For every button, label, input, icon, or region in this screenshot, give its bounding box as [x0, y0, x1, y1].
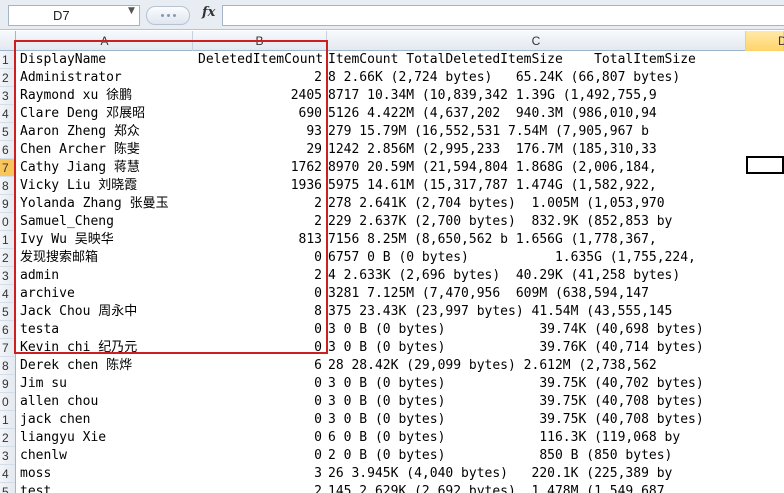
red-highlight-box — [14, 40, 328, 354]
cell-c[interactable]: 3281 7.125M (7,470,956 609M (638,594,147 — [328, 285, 649, 303]
cell-c[interactable]: 3 0 B (0 bytes) 39.75K (40,708 bytes) — [328, 411, 704, 429]
row-header-22[interactable]: 2 — [0, 429, 15, 447]
cell-a[interactable]: test — [20, 483, 51, 493]
row-header-21[interactable]: 1 — [0, 411, 15, 429]
row-header-23[interactable]: 3 — [0, 447, 15, 465]
cell-c[interactable]: 26 3.945K (4,040 bytes) 220.1K (225,389 … — [328, 465, 672, 483]
cell-b[interactable]: 3 — [147, 465, 322, 483]
cell-b[interactable]: 0 — [147, 429, 322, 447]
cell-c[interactable]: 4 2.633K (2,696 bytes) 40.29K (41,258 by… — [328, 267, 680, 285]
cell-a[interactable]: chenlw — [20, 447, 67, 465]
cell-c[interactable]: 3 0 B (0 bytes) 39.74K (40,698 bytes) — [328, 321, 704, 339]
column-header-c[interactable]: C — [327, 31, 746, 51]
cell-c[interactable]: 3 0 B (0 bytes) 39.75K (40,708 bytes) — [328, 393, 704, 411]
name-box[interactable]: D7 — [8, 5, 140, 26]
cell-a[interactable]: liangyu Xie — [20, 429, 106, 447]
cell-c[interactable]: 1242 2.856M (2,995,233 176.7M (185,310,3… — [328, 141, 657, 159]
cell-a[interactable]: Derek chen 陈烨 — [20, 357, 132, 375]
formula-bar: D7 ▼ fx — [0, 0, 784, 30]
cell-c[interactable]: 5975 14.61M (15,317,787 1.474G (1,582,92… — [328, 177, 657, 195]
cell-a[interactable]: allen chou — [20, 393, 98, 411]
cell-b[interactable]: 0 — [147, 411, 322, 429]
cell-a[interactable]: jack chen — [20, 411, 90, 429]
table-row[interactable]: Derek chen 陈烨 6 28 28.42K (29,099 bytes) 2… — [17, 357, 784, 375]
table-row[interactable]: test 2 145 2.629K (2,692 bytes) 1.478M (1,… — [17, 483, 784, 493]
row-header-20[interactable]: 0 — [0, 393, 15, 411]
cell-c[interactable]: 6757 0 B (0 bytes) 1.635G (1,755,224, — [328, 249, 696, 267]
row-header-25[interactable]: 5 — [0, 483, 15, 493]
name-box-dropdown-icon[interactable]: ▼ — [128, 6, 135, 16]
cell-c[interactable]: 7156 8.25M (8,650,562 b 1.656G (1,778,36… — [328, 231, 657, 249]
cell-a[interactable]: Jim su — [20, 375, 67, 393]
cell-b[interactable]: 0 — [147, 375, 322, 393]
row-header-24[interactable]: 4 — [0, 465, 15, 483]
table-row[interactable]: Jim su 0 3 0 B (0 bytes) 39.75K (40,702 by… — [17, 375, 784, 393]
cell-b[interactable]: 2 — [147, 483, 322, 493]
cell-c[interactable]: 3 0 B (0 bytes) 39.75K (40,702 bytes) — [328, 375, 704, 393]
selected-cell-d7[interactable] — [746, 156, 784, 174]
table-row[interactable]: chenlw 0 2 0 B (0 bytes) 850 B (850 bytes) — [17, 447, 784, 465]
cell-c[interactable]: 145 2.629K (2,692 bytes) 1.478M (1,549,6… — [328, 483, 665, 493]
cell-c[interactable]: 2 0 B (0 bytes) 850 B (850 bytes) — [328, 447, 672, 465]
cell-c[interactable]: 8970 20.59M (21,594,804 1.868G (2,006,18… — [328, 159, 657, 177]
cell-a[interactable]: moss — [20, 465, 51, 483]
cell-c[interactable]: 28 28.42K (29,099 bytes) 2.612M (2,738,5… — [328, 357, 657, 375]
cell-c[interactable]: 279 15.79M (16,552,531 7.54M (7,905,967 … — [328, 123, 649, 141]
table-row[interactable]: allen chou 0 3 0 B (0 bytes) 39.75K (40,70… — [17, 393, 784, 411]
cell-c[interactable]: 278 2.641K (2,704 bytes) 1.005M (1,053,9… — [328, 195, 665, 213]
formula-input[interactable] — [222, 5, 784, 26]
column-header-d[interactable]: D — [746, 31, 784, 51]
cell-c[interactable]: 6 0 B (0 bytes) 116.3K (119,068 by — [328, 429, 680, 447]
row-header-18[interactable]: 8 — [0, 357, 15, 375]
cell-b[interactable]: 0 — [147, 447, 322, 465]
row-header-19[interactable]: 9 — [0, 375, 15, 393]
cell-c[interactable]: 8717 10.34M (10,839,342 1.39G (1,492,755… — [328, 87, 657, 105]
cell-c[interactable]: 375 23.43K (23,997 bytes) 41.54M (43,555… — [328, 303, 672, 321]
table-row[interactable]: liangyu Xie 0 6 0 B (0 bytes) 116.3K (119,… — [17, 429, 784, 447]
header-itemcount-sizes: ItemCount TotalDeletedItemSize TotalItem… — [328, 52, 696, 67]
insert-function-icon[interactable]: fx — [202, 5, 215, 20]
table-row[interactable]: moss 3 26 3.945K (4,040 bytes) 220.1K (225… — [17, 465, 784, 483]
cell-b[interactable]: 6 — [147, 357, 322, 375]
cell-c[interactable]: 3 0 B (0 bytes) 39.76K (40,714 bytes) — [328, 339, 704, 357]
cell-b[interactable]: 0 — [147, 393, 322, 411]
cell-c[interactable]: 229 2.637K (2,700 bytes) 832.9K (852,853… — [328, 213, 672, 231]
cell-c[interactable]: 8 2.66K (2,724 bytes) 65.24K (66,807 byt… — [328, 69, 680, 87]
formula-bar-resize-handle[interactable] — [146, 6, 190, 25]
cell-c[interactable]: 5126 4.422M (4,637,202 940.3M (986,010,9… — [328, 105, 657, 123]
table-row[interactable]: jack chen 0 3 0 B (0 bytes) 39.75K (40,708… — [17, 411, 784, 429]
